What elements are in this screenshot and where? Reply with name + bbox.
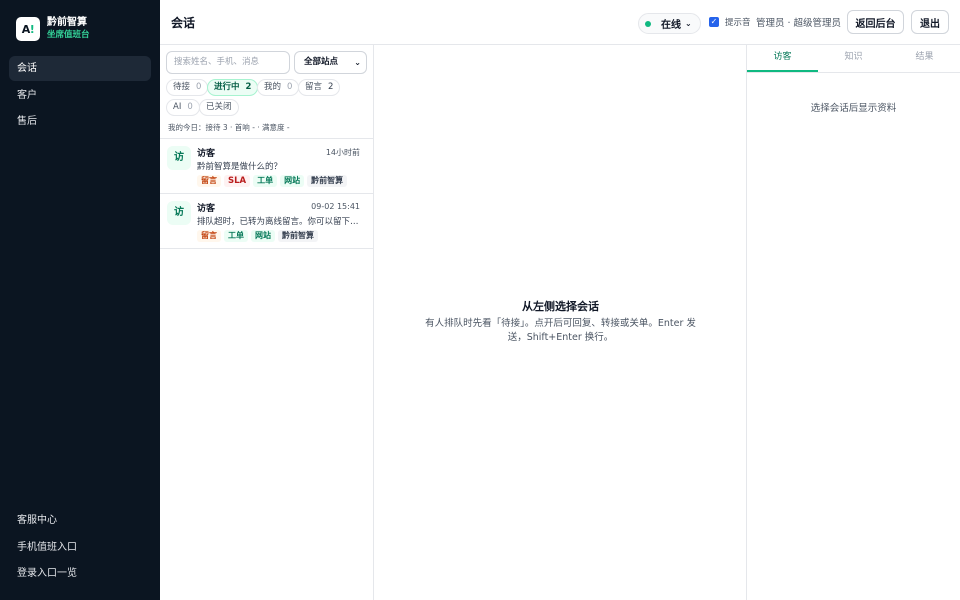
filter-count: 2 [245,82,252,92]
filter-label: 待接 [173,82,191,92]
filter-closed[interactable]: 已关闭 [199,99,239,116]
filter-label: 已关闭 [206,102,232,112]
brand: A! 黔前智算 坐席值班台 [16,17,90,41]
filter-ai[interactable]: AI 0 [166,99,200,116]
tab-visitor[interactable]: 访客 [747,45,818,72]
page-title: 会话 [171,16,196,30]
tag-site: 黔前智算 [278,230,318,242]
sidebar-item-customers[interactable]: 客户 [9,83,151,108]
chevron-down-icon: ⌄ [685,19,692,28]
conversation-item[interactable]: 访 访客 09-02 15:41 排队超时，已转为离线留言。你可以留下联系方式 … [160,193,373,249]
brand-name: 黔前智算 [47,17,87,28]
avatar: 访 [167,146,191,170]
empty-state-description: 有人排队时先看「待接」。点开后可回复、转接或关单。Enter 发送，Shift+… [425,318,696,343]
sidebar-item-after-sales[interactable]: 售后 [9,109,151,134]
chevron-down-icon: ⌄ [354,58,361,67]
check-icon[interactable]: ✓ [709,17,719,27]
tag-ticket: 工单 [253,175,278,187]
admin-label: 管理员 · 超级管理员 [756,18,842,29]
filter-messages[interactable]: 留言 2 [298,79,341,96]
avatar: 访 [167,201,191,225]
empty-state-title: 从左侧选择会话 [522,300,599,313]
filter-label: 进行中 [214,82,240,92]
conversation-time: 09-02 15:41 [311,202,360,211]
tab-result[interactable]: 结果 [889,45,960,72]
status-select[interactable]: 在线 ⌄ [638,13,701,34]
filter-count: 0 [287,82,293,92]
filter-count: 0 [187,102,193,112]
brand-logo: A! [16,17,40,41]
sidebar-bottom-nav: 客服中心 手机值班入口 登录入口一览 [9,508,151,588]
conversation-tags: 留言 SLA 工单 网站 黔前智算 [197,175,350,187]
sidebar-item-mobile-duty[interactable]: 手机值班入口 [9,535,151,560]
filter-label: 留言 [305,82,323,92]
logout-button[interactable]: 退出 [911,10,949,34]
conversation-name: 访客 [197,204,216,214]
status-label: 在线 [661,20,681,31]
info-panel: 访客 知识 结果 选择会话后显示资料 [747,45,960,600]
filter-mine[interactable]: 我的 0 [257,79,300,96]
tag-sla: SLA [224,175,251,187]
sound-label: 提示音 [725,18,751,28]
tab-knowledge[interactable]: 知识 [818,45,889,72]
conversation-tags: 留言 工单 网站 黔前智算 [197,230,321,242]
filter-waiting[interactable]: 待接 0 [166,79,209,96]
conversation-detail-panel: 从左侧选择会话 有人排队时先看「待接」。点开后可回复、转接或关单。Enter 发… [374,45,747,600]
site-select[interactable]: 全部站点 ⌄ [294,51,367,74]
brand-subtitle: 坐席值班台 [47,30,90,40]
logo-accent: ! [29,22,35,36]
info-tabs: 访客 知识 结果 [747,45,960,73]
sidebar-nav: 会话 客户 售后 [9,56,151,136]
sound-toggle[interactable]: ✓ 提示音 [709,16,751,28]
conversation-preview: 黔前智算是做什么的？ [197,162,283,172]
tag-site: 黔前智算 [307,175,348,187]
sidebar-item-service-center[interactable]: 客服中心 [9,508,151,533]
tag-website: 网站 [280,175,305,187]
tag-message: 留言 [197,175,221,187]
search-input[interactable]: 搜索姓名、手机、消息 [166,51,290,74]
sidebar-item-login-entries[interactable]: 登录入口一览 [9,561,151,586]
conversation-item[interactable]: 访 访客 14小时前 黔前智算是做什么的？ 留言 SLA 工单 网站 黔前智算 [160,138,373,193]
conversation-time: 14小时前 [325,148,360,157]
conversation-list-panel: 搜索姓名、手机、消息 全部站点 ⌄ 待接 0 进行中 2 我的 0 留言 2 AI 0 已… [160,45,374,600]
sidebar-item-conversations[interactable]: 会话 [9,56,151,81]
conversation-preview: 排队超时，已转为离线留言。你可以留下联系方式 [197,217,362,227]
today-stats: 我的今日：接待 3 · 首响 - · 满意度 - [168,123,290,132]
filter-count: 0 [196,82,202,92]
online-dot-icon [645,20,651,27]
filter-in-progress[interactable]: 进行中 2 [207,79,259,96]
tag-website: 网站 [251,230,275,242]
sidebar: A! 黔前智算 坐席值班台 会话 客户 售后 客服中心 手机值班入口 登录入口一… [0,0,160,600]
conversation-name: 访客 [197,149,216,159]
tag-message: 留言 [197,230,221,242]
topbar: 会话 在线 ⌄ ✓ 提示音 管理员 · 超级管理员 返回后台 退出 [160,0,960,45]
logo-main: A [21,22,31,36]
site-select-label: 全部站点 [304,57,339,67]
info-empty-text: 选择会话后显示资料 [810,103,897,114]
back-to-admin-button[interactable]: 返回后台 [847,10,904,34]
filter-label: 我的 [264,82,282,92]
filter-count: 2 [328,82,334,92]
tag-ticket: 工单 [224,230,248,242]
filter-label: AI [173,102,182,112]
